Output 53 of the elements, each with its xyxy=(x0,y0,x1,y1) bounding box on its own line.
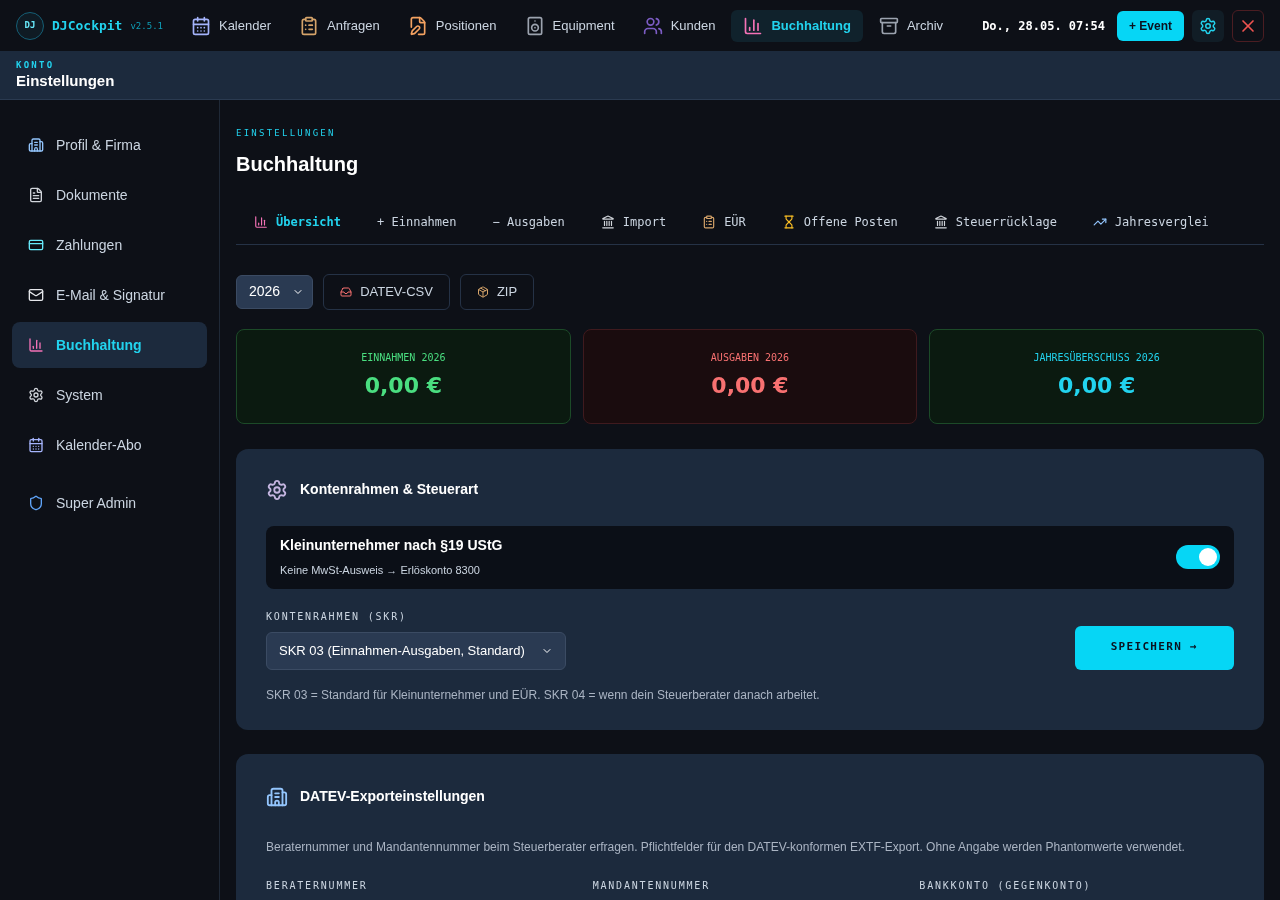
field-label: MANDANTENNUMMER xyxy=(592,878,711,893)
nav-tab[interactable]: Positionen xyxy=(395,9,509,42)
logo-badge: DJ xyxy=(16,11,44,40)
page-title: Buchhaltung xyxy=(236,151,360,177)
card-title: Kontenrahmen & Steuerart xyxy=(300,480,479,499)
description-text: Beraternummer und Mandantennummer beim Steuerberater erfragen. Pflichtfelder für den DATEV-konformen EXTF-Export. Ohne Angabe werden Phantomwerte verwendet. xyxy=(266,838,1186,856)
hint-text: SKR 03 = Standard für Kleinunternehmer und EÜR. SKR 04 = wenn dein Steuerberater danach arbeitet. xyxy=(266,686,821,704)
nav-tab[interactable]: Kunden xyxy=(630,9,728,42)
export-button[interactable]: DATEV-CSV xyxy=(323,273,450,310)
sidebar-item[interactable]: Zahlungen xyxy=(12,222,207,268)
tab[interactable]: + Einnahmen xyxy=(359,200,475,244)
summary-value: 0,00 € xyxy=(1058,372,1136,400)
card-title: DATEV-Exporteinstellungen xyxy=(300,787,485,806)
field-label: BERATERNUMMER xyxy=(266,878,369,893)
app-name: DJCockpit xyxy=(52,16,123,35)
sidebar-item[interactable]: E-Mail & Signatur xyxy=(12,272,207,318)
nav-tab[interactable]: Archiv xyxy=(866,9,956,42)
field-label: KONTENRAHMEN (SKR) xyxy=(266,609,408,624)
sidebar-item[interactable]: Super Admin xyxy=(12,480,207,526)
page-eyebrow: EINSTELLUNGEN xyxy=(236,127,337,140)
save-button[interactable]: SPEICHERN → xyxy=(1074,625,1234,670)
sidebar-item[interactable]: Dokumente xyxy=(12,172,207,218)
nav-tab[interactable]: Anfragen xyxy=(287,9,392,42)
nav-tab[interactable]: Kalender xyxy=(178,9,283,42)
sidebar-item[interactable]: Kalender-Abo xyxy=(12,422,207,468)
export-button[interactable]: ZIP xyxy=(459,273,535,310)
tab[interactable]: Offene Posten xyxy=(763,200,916,244)
clock: Do., 28.05. 07:54 xyxy=(982,17,1105,35)
section-title: Einstellungen xyxy=(16,72,116,92)
chart-of-accounts-select[interactable]: SKR 03 (Einnahmen-Ausgaben, Standard) xyxy=(266,631,566,670)
summary-value: 0,00 € xyxy=(364,372,442,400)
tab[interactable]: Steuerrücklage xyxy=(915,200,1075,244)
tab[interactable]: EÜR xyxy=(684,200,764,244)
summary-label: AUSGABEN 2026 xyxy=(710,351,790,365)
toggle-subtitle: Keine MwSt-Ausweis → Erlöskonto 8300 xyxy=(280,563,481,579)
field-label: BANKKONTO (GEGENKONTO) xyxy=(919,878,1093,893)
version-label: v2.5.1 xyxy=(130,19,163,33)
summary-label: JAHRESÜBERSCHUSS 2026 xyxy=(1033,350,1160,365)
nav-tab[interactable]: Buchhaltung xyxy=(731,9,863,42)
summary-value: 0,00 € xyxy=(711,372,789,400)
sidebar-item[interactable]: System xyxy=(12,372,207,418)
tab[interactable]: − Ausgaben xyxy=(474,200,583,244)
section-eyebrow: KONTO xyxy=(16,58,56,72)
tab[interactable]: Übersicht xyxy=(236,200,360,244)
sidebar-item[interactable]: Buchhaltung xyxy=(12,322,207,368)
nav-tab[interactable]: Equipment xyxy=(512,9,627,42)
year-select[interactable]: 2026 xyxy=(236,274,314,309)
new-event-button[interactable]: + Event xyxy=(1116,10,1184,41)
sidebar-item[interactable]: Profil & Firma xyxy=(12,122,207,168)
toggle-title: Kleinunternehmer nach §19 UStG xyxy=(280,536,503,556)
summary-label: EINNAHMEN 2026 xyxy=(361,351,446,365)
tab[interactable]: Import xyxy=(582,200,685,244)
tab[interactable]: Jahresverglei xyxy=(1074,200,1227,244)
